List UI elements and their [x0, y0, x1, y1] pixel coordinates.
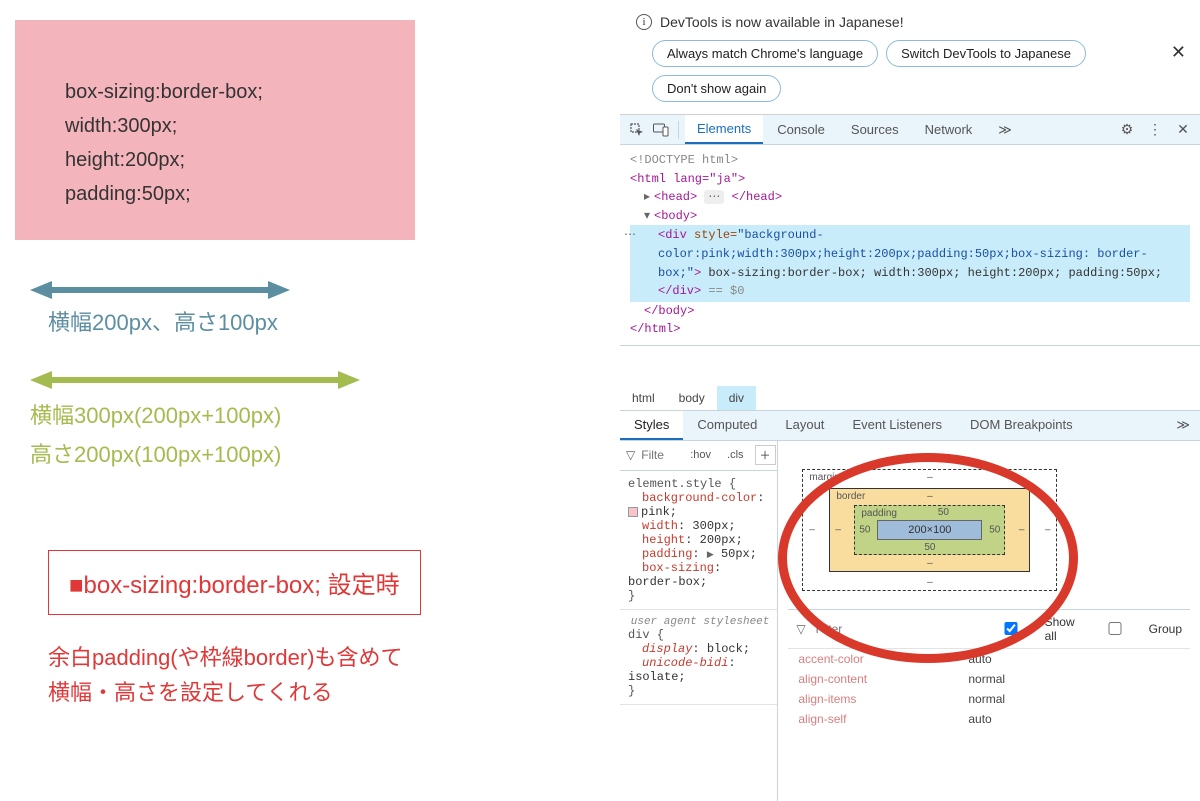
computed-row[interactable]: align-selfauto: [788, 709, 1190, 729]
breadcrumb: html body div: [620, 386, 1200, 411]
subtab-styles[interactable]: Styles: [620, 411, 683, 440]
subtab-computed[interactable]: Computed: [683, 411, 771, 440]
pink-line: box-sizing:border-box;: [65, 75, 365, 109]
devtools-tabbar: Elements Console Sources Network ≫ ⚙ ⋮ ✕: [620, 115, 1200, 145]
blue-arrow-group: 横幅200px、高さ100px: [30, 275, 290, 337]
box-model-diagram[interactable]: margin – – – – border – – – – padding 50: [802, 469, 1057, 591]
green-arrow-caption-1: 横幅300px(200px+100px): [30, 397, 360, 434]
devtools-panel: i DevTools is now available in Japanese!…: [620, 0, 1200, 745]
dom-tree[interactable]: <!DOCTYPE html> <html lang="ja"> ▸<head>…: [620, 145, 1200, 346]
close-icon[interactable]: ✕: [1171, 42, 1186, 63]
tutorial-left-panel: box-sizing:border-box; width:300px; heig…: [0, 0, 600, 745]
computed-filter-input[interactable]: [816, 622, 971, 636]
color-swatch[interactable]: [628, 507, 638, 517]
blue-arrow-caption: 横幅200px、高さ100px: [48, 305, 290, 337]
computed-filter-bar: ▽ Show all Group: [788, 609, 1190, 649]
filter-icon: ▽: [796, 622, 805, 636]
dom-line[interactable]: </html>: [630, 320, 1190, 339]
hov-toggle[interactable]: :hov: [685, 448, 716, 462]
green-arrow-caption-2: 高さ200px(100px+100px): [30, 436, 360, 473]
dom-line[interactable]: ▸<head> ⋯ </head>: [630, 188, 1190, 207]
dom-line[interactable]: </body>: [630, 302, 1190, 321]
new-rule-button[interactable]: ＋: [755, 445, 776, 465]
filter-icon: ▽: [626, 448, 635, 462]
arrow-icon: [30, 275, 290, 305]
red-frame-title: ■box-sizing:border-box; 設定時: [48, 550, 421, 615]
subtab-layout[interactable]: Layout: [771, 411, 838, 440]
cls-toggle[interactable]: .cls: [722, 448, 749, 462]
dom-line[interactable]: <html lang="ja">: [630, 170, 1190, 189]
info-icon: i: [636, 14, 652, 30]
style-rule[interactable]: user agent stylesheet div { display: blo…: [620, 610, 777, 705]
inspect-icon[interactable]: [626, 123, 648, 137]
dom-line[interactable]: <!DOCTYPE html>: [630, 151, 1190, 170]
crumb-div[interactable]: div: [717, 386, 756, 410]
computed-list: accent-colorauto align-contentnormal ali…: [788, 649, 1190, 729]
device-toggle-icon[interactable]: [650, 123, 672, 137]
arrow-icon: [30, 365, 360, 395]
tab-elements[interactable]: Elements: [685, 115, 763, 144]
green-arrow-group: 横幅300px(200px+100px) 高さ200px(100px+100px…: [30, 365, 360, 474]
locale-banner: i DevTools is now available in Japanese!…: [620, 0, 1200, 115]
banner-text: DevTools is now available in Japanese!: [660, 14, 904, 30]
kebab-icon[interactable]: ⋮: [1144, 121, 1166, 138]
crumb-html[interactable]: html: [620, 386, 667, 410]
pink-line: width:300px;: [65, 109, 365, 143]
styles-subtabs: Styles Computed Layout Event Listeners D…: [620, 411, 1200, 441]
styles-column: ▽ :hov .cls ＋ 🖶 ▸| element.style { backg…: [620, 441, 778, 801]
subtabs-overflow[interactable]: ≫: [1166, 411, 1200, 440]
computed-row[interactable]: accent-colorauto: [788, 649, 1190, 669]
subtab-dom-breakpoints[interactable]: DOM Breakpoints: [956, 411, 1087, 440]
ua-label: user agent stylesheet: [631, 616, 770, 628]
gear-icon[interactable]: ⚙: [1116, 121, 1138, 138]
dom-line[interactable]: ▾<body>: [630, 207, 1190, 226]
tab-console[interactable]: Console: [765, 115, 837, 144]
show-all-checkbox[interactable]: Show all: [981, 615, 1075, 643]
pink-line: height:200px;: [65, 143, 365, 177]
dont-show-button[interactable]: Don't show again: [652, 75, 781, 102]
tab-sources[interactable]: Sources: [839, 115, 911, 144]
crumb-body[interactable]: body: [667, 386, 717, 410]
tabs-overflow[interactable]: ≫: [986, 115, 1024, 144]
group-checkbox[interactable]: Group: [1085, 622, 1182, 636]
styles-filterbar: ▽ :hov .cls ＋ 🖶 ▸|: [620, 441, 777, 471]
dom-selected-line[interactable]: ⋯ <div style="background-color:pink;widt…: [630, 225, 1190, 301]
pink-line: padding:50px;: [65, 177, 365, 211]
close-icon[interactable]: ✕: [1172, 121, 1194, 138]
match-language-button[interactable]: Always match Chrome's language: [652, 40, 878, 67]
box-model-content: 200×100: [877, 520, 982, 540]
tab-network[interactable]: Network: [913, 115, 985, 144]
computed-row[interactable]: align-contentnormal: [788, 669, 1190, 689]
computed-row[interactable]: align-itemsnormal: [788, 689, 1190, 709]
subtab-event-listeners[interactable]: Event Listeners: [838, 411, 956, 440]
style-rule[interactable]: element.style { background-color: pink; …: [620, 471, 777, 610]
boxmodel-column: margin – – – – border – – – – padding 50: [778, 441, 1200, 801]
styles-filter-input[interactable]: [641, 448, 679, 462]
red-description: 余白padding(や枠線border)も含めて 横幅・高さを設定してくれる: [48, 640, 403, 710]
pink-demo-box: box-sizing:border-box; width:300px; heig…: [15, 20, 415, 240]
switch-japanese-button[interactable]: Switch DevTools to Japanese: [886, 40, 1086, 67]
